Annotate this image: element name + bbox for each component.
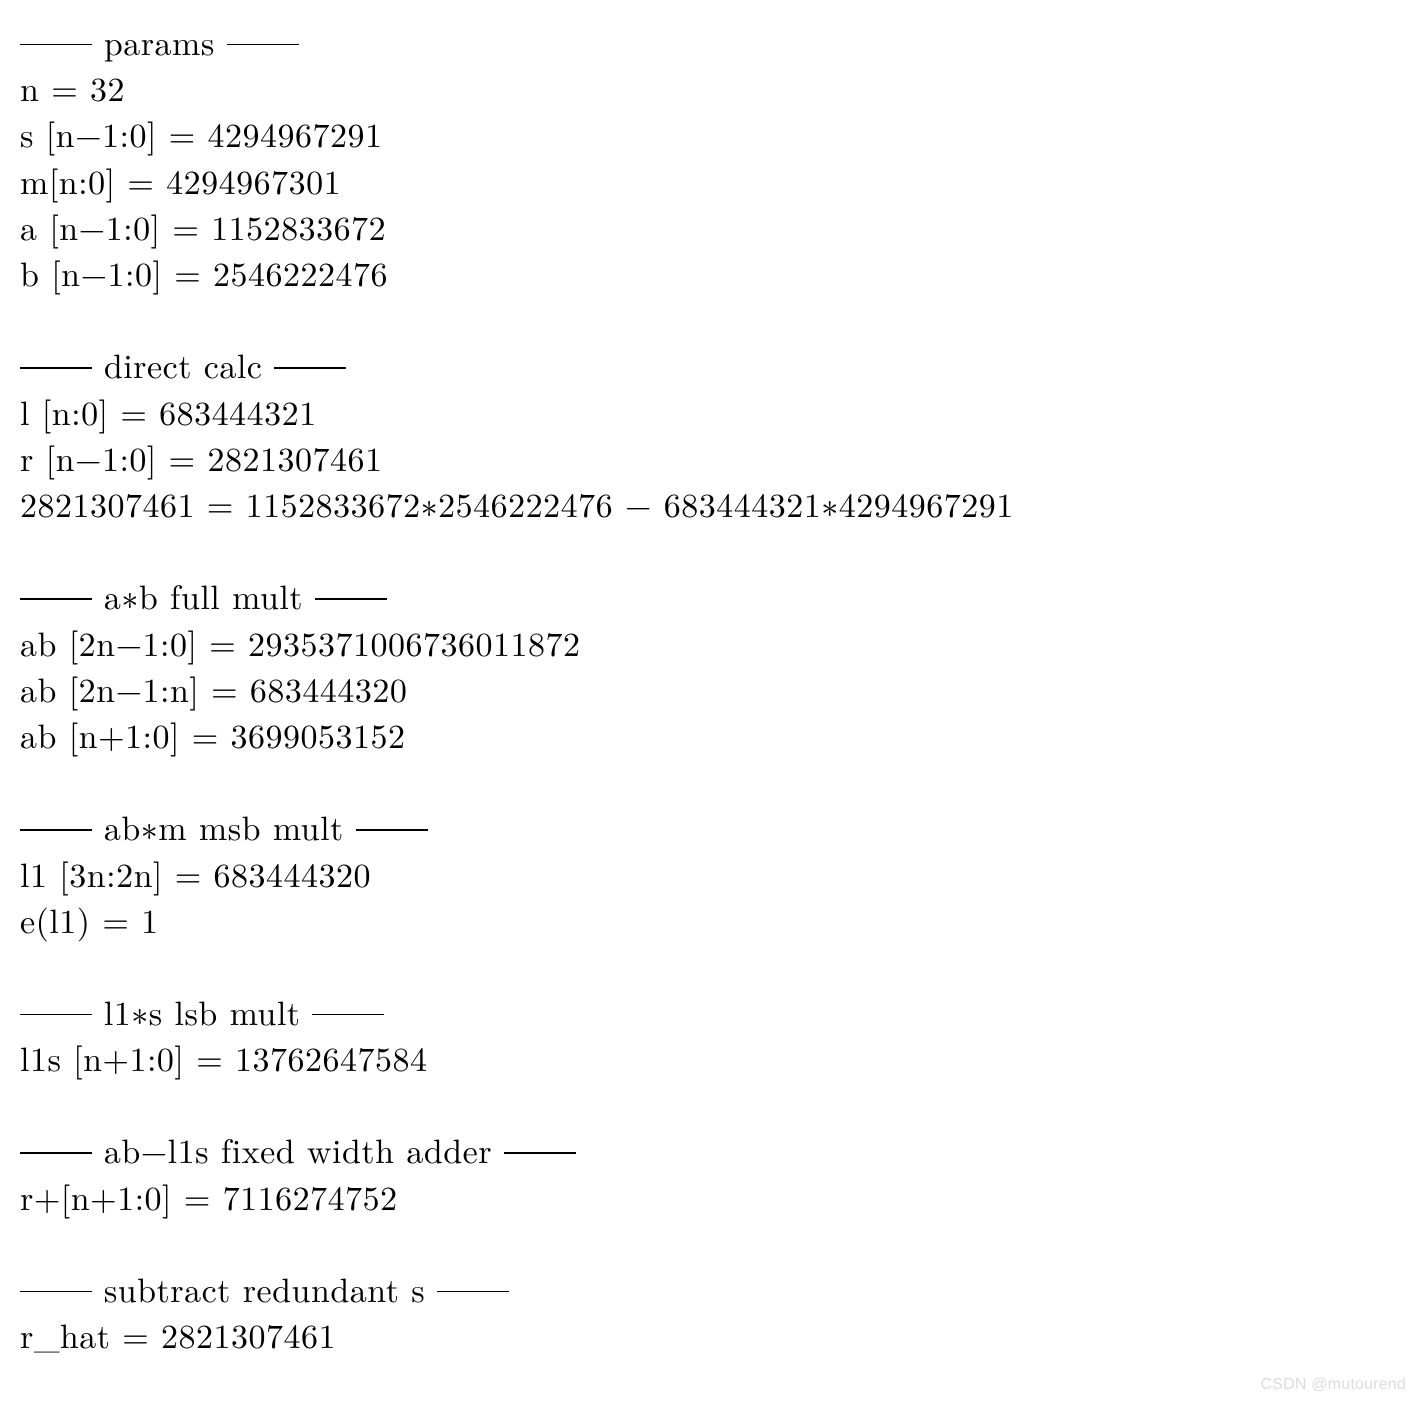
blank-line [20, 757, 1418, 803]
dash-icon [20, 367, 92, 369]
dash-icon [274, 367, 346, 369]
code-line: s [n−1:0] = 4294967291 [20, 110, 1418, 156]
code-line: b [n−1:0] = 2546222476 [20, 249, 1418, 295]
dash-icon [356, 829, 428, 831]
dash-icon [312, 1014, 384, 1016]
section-header-ab-l1s-adder: ab−l1s fixed width adder [20, 1126, 1418, 1172]
code-line: ab [2n−1:n] = 683444320 [20, 665, 1418, 711]
code-listing: params n = 32 s [n−1:0] = 4294967291 m[n… [0, 0, 1418, 1357]
dash-icon [437, 1291, 509, 1293]
dash-icon [315, 598, 387, 600]
section-header-l1s-lsb-mult: l1∗s lsb mult [20, 988, 1418, 1034]
code-line: ab [2n−1:0] = 2935371006736011872 [20, 619, 1418, 665]
header-text: subtract redundant s [92, 1264, 437, 1312]
code-line: n = 32 [20, 64, 1418, 110]
code-line: l [n:0] = 683444321 [20, 388, 1418, 434]
dash-icon [20, 829, 92, 831]
code-line: 2821307461 = 1152833672∗2546222476 − 683… [20, 480, 1418, 526]
code-line: e(l1) = 1 [20, 896, 1418, 942]
blank-line [20, 1080, 1418, 1126]
header-text: l1∗s lsb mult [92, 987, 312, 1035]
code-line: ab [n+1:0] = 3699053152 [20, 711, 1418, 757]
watermark: CSDN @mutourend [1260, 1376, 1406, 1394]
blank-line [20, 1219, 1418, 1265]
blank-line [20, 942, 1418, 988]
section-header-params: params [20, 18, 1418, 64]
dash-icon [227, 44, 299, 46]
header-text: ab∗m msb mult [92, 802, 356, 850]
code-line: r_hat = 2821307461 [20, 1311, 1418, 1357]
dash-icon [20, 44, 92, 46]
code-line: r [n−1:0] = 2821307461 [20, 434, 1418, 480]
code-line: l1s [n+1:0] = 13762647584 [20, 1034, 1418, 1080]
section-header-subtract-redundant: subtract redundant s [20, 1265, 1418, 1311]
section-header-direct-calc: direct calc [20, 341, 1418, 387]
code-line: a [n−1:0] = 1152833672 [20, 203, 1418, 249]
blank-line [20, 295, 1418, 341]
header-text: params [92, 17, 227, 65]
dash-icon [20, 1152, 92, 1154]
header-text: a∗b full mult [92, 571, 315, 619]
header-text: ab−l1s fixed width adder [92, 1125, 504, 1173]
dash-icon [20, 1014, 92, 1016]
blank-line [20, 526, 1418, 572]
header-text: direct calc [92, 340, 274, 388]
dash-icon [504, 1152, 576, 1154]
section-header-abm-msb-mult: ab∗m msb mult [20, 803, 1418, 849]
code-line: l1 [3n:2n] = 683444320 [20, 850, 1418, 896]
section-header-ab-full-mult: a∗b full mult [20, 572, 1418, 618]
code-line: m[n:0] = 4294967301 [20, 157, 1418, 203]
dash-icon [20, 598, 92, 600]
code-line: r+[n+1:0] = 7116274752 [20, 1173, 1418, 1219]
dash-icon [20, 1291, 92, 1293]
